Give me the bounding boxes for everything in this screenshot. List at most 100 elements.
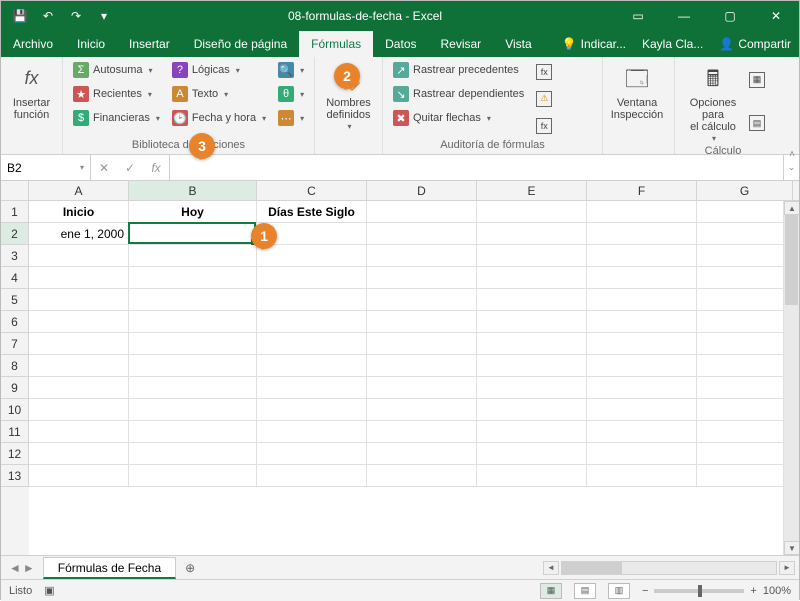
fx-button[interactable]: fx: [143, 161, 169, 175]
error-check-icon[interactable]: ⚠: [536, 91, 552, 107]
cell-B1[interactable]: Hoy: [129, 201, 257, 223]
tab-revisar[interactable]: Revisar: [429, 31, 494, 57]
cell-E12[interactable]: [477, 443, 587, 465]
cell-F9[interactable]: [587, 377, 697, 399]
cell-F1[interactable]: [587, 201, 697, 223]
cell-D11[interactable]: [367, 421, 477, 443]
cell-B4[interactable]: [129, 267, 257, 289]
cell-A7[interactable]: [29, 333, 129, 355]
cell-F10[interactable]: [587, 399, 697, 421]
scroll-right-icon[interactable]: ►: [779, 561, 795, 575]
cell-D9[interactable]: [367, 377, 477, 399]
cell-E10[interactable]: [477, 399, 587, 421]
cell-C4[interactable]: [257, 267, 367, 289]
sheet-nav-prev-icon[interactable]: ◄: [9, 561, 21, 575]
cell-G4[interactable]: [697, 267, 793, 289]
sheet-tab-active[interactable]: Fórmulas de Fecha: [43, 557, 176, 579]
tab-diseno[interactable]: Diseño de página: [182, 31, 299, 57]
cell-B7[interactable]: [129, 333, 257, 355]
cell-G1[interactable]: [697, 201, 793, 223]
cell-A4[interactable]: [29, 267, 129, 289]
cell-F8[interactable]: [587, 355, 697, 377]
cell-E5[interactable]: [477, 289, 587, 311]
column-header-A[interactable]: A: [29, 181, 129, 200]
cell-G11[interactable]: [697, 421, 793, 443]
recent-button[interactable]: ★Recientes▾: [69, 83, 164, 105]
tab-archivo[interactable]: Archivo: [1, 31, 65, 57]
row-header-5[interactable]: 5: [1, 289, 29, 311]
view-page-layout-button[interactable]: ▤: [574, 583, 596, 599]
text-button[interactable]: ATexto▾: [168, 83, 270, 105]
row-header-13[interactable]: 13: [1, 465, 29, 487]
formula-input[interactable]: [170, 155, 783, 180]
cell-C3[interactable]: [257, 245, 367, 267]
cell-G8[interactable]: [697, 355, 793, 377]
cell-A11[interactable]: [29, 421, 129, 443]
trace-dependents-button[interactable]: ↘Rastrear dependientes: [389, 83, 528, 105]
cell-D6[interactable]: [367, 311, 477, 333]
cell-B3[interactable]: [129, 245, 257, 267]
cell-B12[interactable]: [129, 443, 257, 465]
name-box[interactable]: B2 ▾: [1, 155, 91, 180]
cell-C12[interactable]: [257, 443, 367, 465]
row-header-8[interactable]: 8: [1, 355, 29, 377]
tell-me[interactable]: 💡Indicar...: [554, 31, 634, 57]
column-header-C[interactable]: C: [257, 181, 367, 200]
row-header-2[interactable]: 2: [1, 223, 29, 245]
accept-formula-icon[interactable]: ✓: [117, 161, 143, 175]
calculation-options-button[interactable]: 🖩 Opciones para el cálculo ▾: [681, 59, 745, 144]
row-header-12[interactable]: 12: [1, 443, 29, 465]
cell-B9[interactable]: [129, 377, 257, 399]
math-button[interactable]: θ▾: [274, 83, 308, 105]
cell-G13[interactable]: [697, 465, 793, 487]
cell-F12[interactable]: [587, 443, 697, 465]
cell-E7[interactable]: [477, 333, 587, 355]
cell-D2[interactable]: [367, 223, 477, 245]
cell-F7[interactable]: [587, 333, 697, 355]
cell-C8[interactable]: [257, 355, 367, 377]
sheet-nav-next-icon[interactable]: ►: [23, 561, 35, 575]
cell-D7[interactable]: [367, 333, 477, 355]
cell-A3[interactable]: [29, 245, 129, 267]
redo-icon[interactable]: ↷: [65, 5, 87, 27]
cell-D8[interactable]: [367, 355, 477, 377]
macro-record-icon[interactable]: ▣: [44, 584, 54, 597]
autosum-button[interactable]: ΣAutosuma▾: [69, 59, 164, 81]
cell-F5[interactable]: [587, 289, 697, 311]
insert-function-button[interactable]: fx Insertar función: [7, 59, 56, 138]
column-header-B[interactable]: B: [129, 181, 257, 200]
save-icon[interactable]: 💾: [9, 5, 31, 27]
evaluate-formula-icon[interactable]: fx: [536, 118, 552, 134]
cell-C9[interactable]: [257, 377, 367, 399]
scroll-up-icon[interactable]: ▲: [784, 201, 799, 215]
cell-B5[interactable]: [129, 289, 257, 311]
maximize-button[interactable]: ▢: [707, 1, 753, 31]
row-header-3[interactable]: 3: [1, 245, 29, 267]
cell-D13[interactable]: [367, 465, 477, 487]
column-header-E[interactable]: E: [477, 181, 587, 200]
cell-B10[interactable]: [129, 399, 257, 421]
tab-inicio[interactable]: Inicio: [65, 31, 117, 57]
row-header-4[interactable]: 4: [1, 267, 29, 289]
logical-button[interactable]: ?Lógicas▾: [168, 59, 270, 81]
cell-G7[interactable]: [697, 333, 793, 355]
cell-G5[interactable]: [697, 289, 793, 311]
cell-D5[interactable]: [367, 289, 477, 311]
cell-F2[interactable]: [587, 223, 697, 245]
financial-button[interactable]: $Financieras▾: [69, 107, 164, 129]
cell-E1[interactable]: [477, 201, 587, 223]
cell-F4[interactable]: [587, 267, 697, 289]
cell-E9[interactable]: [477, 377, 587, 399]
tab-insertar[interactable]: Insertar: [117, 31, 182, 57]
cell-B6[interactable]: [129, 311, 257, 333]
cell-B8[interactable]: [129, 355, 257, 377]
show-formulas-icon[interactable]: fx: [536, 64, 552, 80]
account-user[interactable]: Kayla Cla...: [634, 31, 711, 57]
cell-E2[interactable]: [477, 223, 587, 245]
cell-A6[interactable]: [29, 311, 129, 333]
cell-B11[interactable]: [129, 421, 257, 443]
zoom-out-icon[interactable]: −: [642, 585, 648, 597]
cell-A10[interactable]: [29, 399, 129, 421]
view-page-break-button[interactable]: ▥: [608, 583, 630, 599]
lookup-button[interactable]: 🔍▾: [274, 59, 308, 81]
